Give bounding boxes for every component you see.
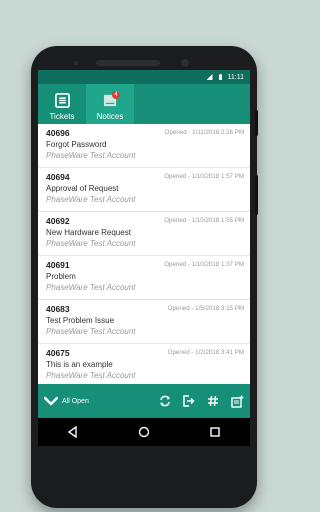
app-screen: 11:11 Tickets 4 Notices 40696 Forgot Pas… — [38, 70, 250, 446]
ticket-subject: Forgot Password — [46, 140, 107, 149]
power-button — [255, 175, 258, 215]
ticket-row[interactable]: 40691 Problem PhaseWare Test Account Ope… — [38, 256, 250, 300]
refresh-icon[interactable] — [158, 394, 172, 408]
ticket-opened-date: Opened - 1/10/2018 1:37 PM — [164, 261, 244, 268]
ticket-account: PhaseWare Test Account — [46, 151, 136, 160]
ticket-account: PhaseWare Test Account — [46, 239, 136, 248]
back-icon[interactable] — [67, 426, 79, 438]
android-nav-bar — [38, 418, 250, 446]
ticket-row[interactable]: 40683 Test Problem Issue PhaseWare Test … — [38, 300, 250, 344]
earpiece-speaker — [96, 60, 160, 66]
ticket-opened-date: Opened - 1/5/2018 3:15 PM — [167, 305, 244, 312]
ticket-list: 40696 Forgot Password PhaseWare Test Acc… — [38, 124, 250, 396]
hash-icon[interactable] — [206, 394, 220, 408]
ticket-row[interactable]: 40696 Forgot Password PhaseWare Test Acc… — [38, 124, 250, 168]
ticket-opened-date: Opened - 1/11/2018 2:26 PM — [164, 129, 244, 136]
ticket-opened-date: Opened - 1/2/2018 3:41 PM — [167, 349, 244, 356]
recents-icon[interactable] — [209, 426, 221, 438]
filter-label: All Open — [62, 397, 89, 405]
chevron-down-icon — [44, 396, 58, 406]
ticket-subject: Problem — [46, 272, 76, 281]
ticket-row[interactable]: 40675 This is an example PhaseWare Test … — [38, 344, 250, 388]
bottom-toolbar: All Open — [38, 384, 250, 418]
ticket-subject: This is an example — [46, 360, 113, 369]
ticket-account: PhaseWare Test Account — [46, 195, 136, 204]
ticket-row[interactable]: 40694 Approval of Request PhaseWare Test… — [38, 168, 250, 212]
status-time: 11:11 — [227, 73, 244, 81]
ticket-subject: New Hardware Request — [46, 228, 131, 237]
tab-tickets-label: Tickets — [49, 112, 75, 121]
ticket-subject: Approval of Request — [46, 184, 119, 193]
status-bar: 11:11 — [38, 70, 250, 84]
ticket-account: PhaseWare Test Account — [46, 327, 136, 336]
tickets-icon — [54, 93, 70, 108]
filter-dropdown[interactable]: All Open — [44, 396, 158, 406]
tab-notices-label: Notices — [96, 112, 124, 121]
tab-bar: Tickets 4 Notices — [38, 84, 250, 124]
ticket-subject: Test Problem Issue — [46, 316, 115, 325]
battery-icon — [218, 74, 222, 80]
toolbar-actions — [158, 394, 244, 408]
ticket-opened-date: Opened - 1/10/2018 1:57 PM — [164, 173, 244, 180]
ticket-account: PhaseWare Test Account — [46, 371, 136, 380]
ticket-account: PhaseWare Test Account — [46, 283, 136, 292]
proximity-sensor — [74, 61, 78, 65]
ticket-opened-date: Opened - 1/10/2018 1:55 PM — [164, 217, 244, 224]
volume-button — [255, 110, 258, 136]
logout-icon[interactable] — [182, 394, 196, 408]
tab-notices[interactable]: 4 Notices — [86, 84, 134, 124]
ticket-row[interactable]: 40692 New Hardware Request PhaseWare Tes… — [38, 212, 250, 256]
signal-icon — [206, 74, 213, 80]
home-icon[interactable] — [138, 426, 150, 438]
tab-tickets[interactable]: Tickets — [38, 84, 86, 124]
front-camera — [181, 59, 189, 67]
new-ticket-icon[interactable] — [230, 394, 244, 408]
notices-badge: 4 — [112, 91, 120, 99]
